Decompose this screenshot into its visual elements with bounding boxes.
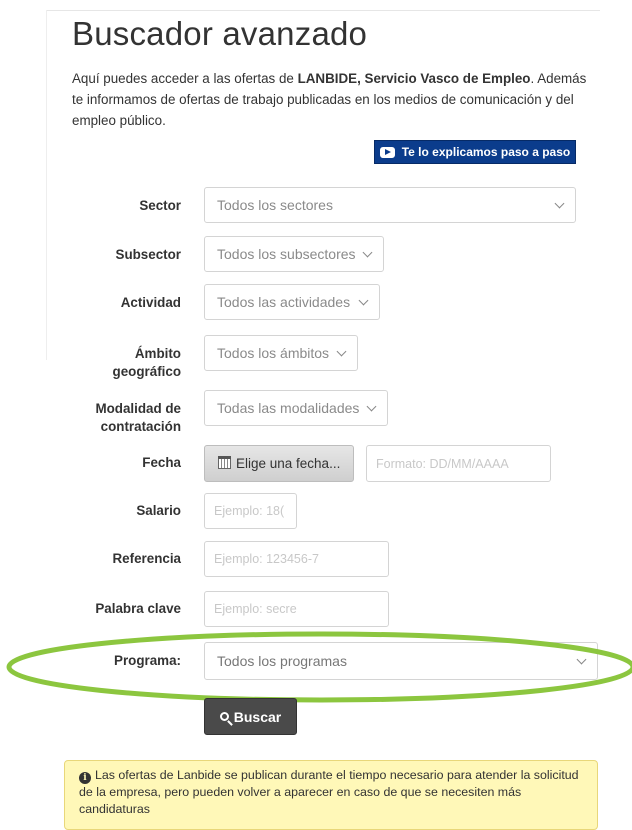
- chevron-down-icon: [554, 198, 565, 208]
- ambito-value: Todos los ámbitos: [217, 345, 330, 361]
- modalidad-label-line1: Modalidad de: [95, 401, 181, 416]
- chevron-down-icon: [576, 654, 587, 664]
- referencia-label: Referencia: [112, 551, 181, 566]
- info-notice: i Las ofertas de Lanbide se publican dura…: [64, 760, 598, 830]
- video-tutorial-button[interactable]: Te lo explicamos paso a paso: [374, 140, 576, 164]
- intro-bold: LANBIDE, Servicio Vasco de Empleo: [297, 71, 531, 86]
- search-button-label: Buscar: [233, 708, 282, 725]
- chevron-down-icon: [362, 247, 373, 257]
- sector-value: Todos los sectores: [217, 197, 333, 213]
- date-picker-label: Elige una fecha...: [236, 456, 341, 471]
- date-picker-button[interactable]: Elige una fecha...: [204, 445, 354, 482]
- programa-select[interactable]: Todos los programas: [204, 642, 598, 680]
- intro-prefix: Aquí puedes acceder a las ofertas de: [72, 71, 298, 86]
- actividad-select[interactable]: Todos las actividades: [204, 284, 380, 320]
- modalidad-label: Modalidad de contratación: [61, 400, 181, 436]
- chevron-down-icon: [366, 401, 377, 411]
- reference-input[interactable]: Ejemplo: 123456-7: [204, 541, 389, 577]
- date-field[interactable]: Formato: DD/MM/AAAA: [366, 445, 551, 482]
- search-icon: [219, 712, 229, 721]
- keyword-input[interactable]: Ejemplo: secre: [204, 591, 389, 627]
- sector-label: Sector: [139, 198, 181, 213]
- search-button[interactable]: Buscar: [204, 698, 297, 735]
- modalidad-select[interactable]: Todas las modalidades: [204, 390, 388, 426]
- salary-input[interactable]: Ejemplo: 18(: [204, 493, 297, 529]
- programa-label: Programa:: [114, 653, 181, 668]
- calendar-icon: [218, 456, 231, 469]
- fecha-label: Fecha: [142, 455, 181, 470]
- chevron-down-icon: [358, 295, 369, 305]
- info-icon: i: [79, 772, 91, 784]
- salario-label: Salario: [136, 503, 181, 518]
- ambito-label-line2: geográfico: [112, 364, 181, 379]
- sector-select[interactable]: Todos los sectores: [204, 187, 576, 223]
- keyword-label: Palabra clave: [95, 601, 181, 616]
- subsector-value: Todos los subsectores: [217, 246, 356, 262]
- ambito-label-line1: Ámbito: [134, 346, 181, 361]
- ambito-label: Ámbito geográfico: [61, 345, 181, 381]
- actividad-label: Actividad: [120, 295, 181, 310]
- youtube-icon: [379, 146, 395, 158]
- video-button-label: Te lo explicamos paso a paso: [401, 145, 571, 159]
- subsector-label: Subsector: [115, 247, 181, 262]
- programa-value: Todos los programas: [217, 653, 347, 669]
- page-title: Buscador avanzado: [72, 15, 368, 52]
- modalidad-value: Todas las modalidades: [217, 400, 360, 416]
- intro-text: Aquí puedes acceder a las ofertas de LAN…: [72, 68, 592, 131]
- chevron-down-icon: [336, 346, 347, 356]
- notice-text: Las ofertas de Lanbide se publican duran…: [79, 768, 579, 816]
- left-divider: [46, 10, 47, 360]
- ambito-select[interactable]: Todos los ámbitos: [204, 335, 358, 371]
- modalidad-label-line2: contratación: [100, 419, 181, 434]
- top-divider: [46, 10, 600, 11]
- subsector-select[interactable]: Todos los subsectores: [204, 236, 384, 272]
- actividad-value: Todos las actividades: [217, 294, 351, 310]
